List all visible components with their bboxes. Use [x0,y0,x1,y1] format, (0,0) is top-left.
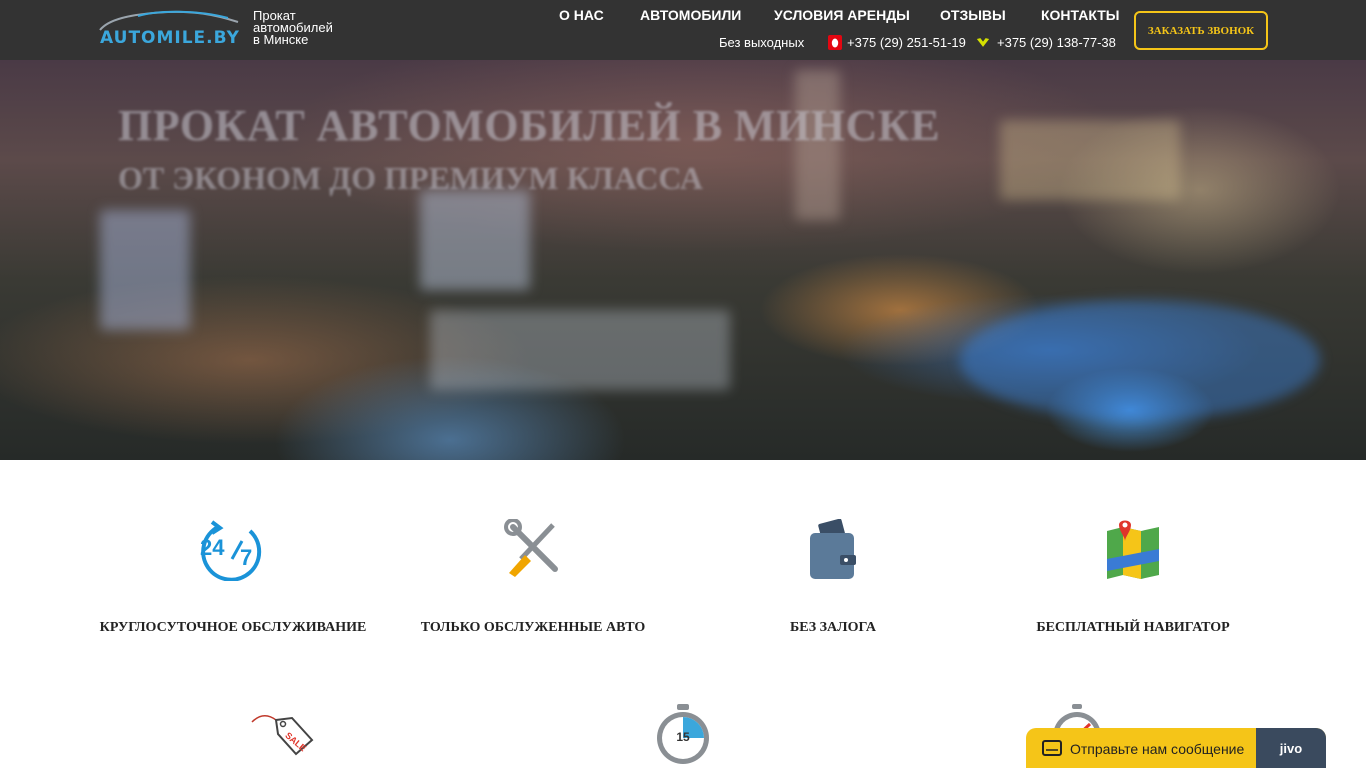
phone-velcom[interactable]: +375 (29) 138-77-38 [997,35,1116,50]
feature-no-deposit: БЕЗ ЗАЛОГА [683,519,983,639]
hero-banner: ПРОКАТ АВТОМОБИЛЕЙ В МИНСКЕ ОТ ЭКОНОМ ДО… [0,60,1366,460]
hero-building [100,210,190,330]
sale-tag-icon: SALE [251,715,314,756]
svg-text:24: 24 [200,535,225,560]
chat-brand-logo: jivo [1256,728,1326,768]
feature-label: БЕСПЛАТНЫЙ НАВИГАТОР [1036,620,1230,635]
nav-item-contacts[interactable]: КОНТАКТЫ [1041,7,1119,23]
nav-item-about[interactable]: О НАС [559,7,604,23]
message-icon [1042,740,1062,756]
stopwatch-value: 15 [676,730,690,744]
phone-mts[interactable]: +375 (29) 251-51-19 [847,35,966,50]
feature-serviced-cars: ТОЛЬКО ОБСЛУЖЕННЫЕ АВТО [383,519,683,639]
site-header: AUTOMILE.BY Прокат автомобилей в Минске … [0,0,1366,60]
stopwatch-icon: 15 [657,704,709,764]
site-logo[interactable]: AUTOMILE.BY Прокат автомобилей в Минске [98,8,343,52]
feature-free-navigator: БЕСПЛАТНЫЙ НАВИГАТОР [983,519,1283,639]
order-call-button[interactable]: ЗАКАЗАТЬ ЗВОНОК [1134,11,1268,50]
feature-24-7: 24 7 КРУГЛОСУТОЧНОЕ ОБСЛУЖИВАНИЕ [83,519,383,639]
hero-building [430,310,730,390]
chat-widget[interactable]: Отправьте нам сообщение jivo [1026,728,1326,768]
tagline-line: в Минске [253,32,309,47]
hero-river [960,300,1320,420]
logo-wordmark: AUTOMILE.BY [100,28,240,48]
map-icon [1107,520,1159,579]
tools-icon [504,519,558,577]
feature-label: БЕЗ ЗАЛОГА [790,620,876,635]
nav-item-rental-terms[interactable]: УСЛОВИЯ АРЕНДЫ [774,7,910,23]
24-7-icon: 24 7 [200,520,262,581]
chat-prompt: Отправьте нам сообщение [1070,741,1245,757]
mts-icon [828,35,842,50]
feature-label: ТОЛЬКО ОБСЛУЖЕННЫЕ АВТО [420,620,646,635]
wallet-icon [810,519,856,579]
hero-building [420,190,530,290]
svg-text:7: 7 [240,545,252,570]
hero-title: ПРОКАТ АВТОМОБИЛЕЙ В МИНСКЕ [118,101,941,150]
nav-item-cars[interactable]: АВТОМОБИЛИ [640,7,741,23]
velcom-icon [976,38,990,47]
hero-subtitle: ОТ ЭКОНОМ ДО ПРЕМИУМ КЛАССА [118,160,703,196]
hero-building [1000,120,1180,200]
feature-label: КРУГЛОСУТОЧНОЕ ОБСЛУЖИВАНИЕ [99,620,367,635]
nav-item-reviews[interactable]: ОТЗЫВЫ [940,7,1006,23]
schedule-text: Без выходных [719,35,805,50]
logo-tagline: Прокат автомобилей в Минске [253,9,333,47]
